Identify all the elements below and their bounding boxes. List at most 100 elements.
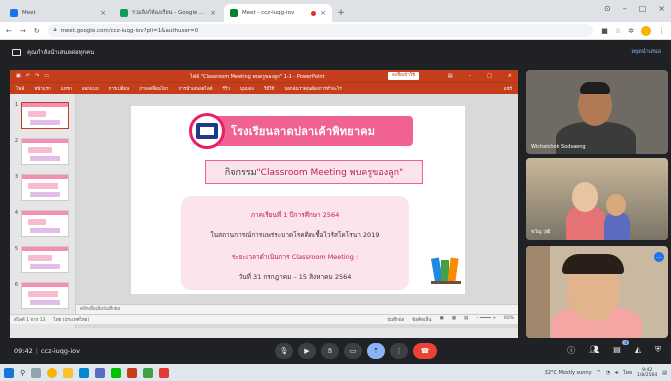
zoom-level[interactable]: 60% [504, 316, 514, 323]
save-icon[interactable]: ▣ [16, 73, 21, 79]
menu-kebab-icon[interactable]: ⋮ [658, 27, 665, 35]
app-icon[interactable] [159, 367, 170, 378]
tab-close-icon[interactable]: × [100, 9, 106, 17]
slide-thumbnail[interactable]: 6 [12, 282, 69, 309]
ppt-share-button[interactable]: แชร์ [504, 85, 512, 92]
minimize-icon[interactable]: – [623, 4, 627, 13]
camera-toggle-icon[interactable]: ▶ [298, 343, 316, 359]
browser-tab-sheet[interactable]: รวมลิงก์ห้องเรียน - Google Sheet × [114, 4, 222, 22]
store-icon[interactable] [95, 367, 106, 378]
participant-more-icon[interactable]: … [654, 252, 664, 262]
app-icon[interactable] [143, 367, 154, 378]
slideshow-icon[interactable]: ▭ [44, 73, 49, 79]
ribbon-tab[interactable]: แทรก [61, 85, 72, 92]
zoom-slider[interactable]: – ━━━━ + [476, 316, 496, 323]
reload-icon[interactable]: ↻ [34, 27, 40, 35]
slide-thumbnail[interactable]: 2 [12, 138, 69, 165]
system-clock[interactable]: 9:42 1/8/2564 [637, 368, 657, 378]
meeting-details-icon[interactable]: ⓘ [567, 345, 575, 356]
ribbon-tab[interactable]: บอกฉันว่าคุณต้องการทำอะไร [284, 85, 341, 92]
slide-thumbnail[interactable]: 3 [12, 174, 69, 201]
slide-thumbnail[interactable]: 4 [12, 210, 69, 237]
ribbon-tab[interactable]: วิธีใช้ [264, 85, 275, 92]
input-language[interactable]: ไทย [623, 369, 632, 377]
sorter-view-icon[interactable]: ▦ [452, 316, 456, 323]
file-explorer-icon[interactable] [63, 367, 74, 378]
line-app-icon[interactable] [111, 367, 122, 378]
bookmark-star-icon[interactable]: ☆ [615, 27, 621, 35]
end-call-icon[interactable]: ☎︎ [413, 343, 437, 359]
ppt-maximize-icon[interactable]: □ [487, 73, 492, 79]
more-options-icon[interactable]: ⋮ [390, 343, 408, 359]
tray-chevron-icon[interactable]: ^ [597, 370, 601, 376]
notifications-icon[interactable]: ▤ [662, 370, 667, 376]
ribbon-tab[interactable]: หน้าแรก [34, 85, 51, 92]
task-view-icon[interactable] [31, 367, 42, 378]
url-input[interactable]: 🔒︎ meet.google.com/ccz-iuqg-iov?pli=1&au… [47, 24, 594, 37]
redo-icon[interactable]: ↷ [35, 73, 39, 79]
network-icon[interactable]: ◔ [606, 370, 610, 376]
tab-label: Meet [22, 10, 36, 16]
slide-thumbnail[interactable]: 5 [12, 246, 69, 273]
forward-icon[interactable]: → [20, 27, 26, 35]
participant-tile[interactable]: Wichaichok Sodsaeng [526, 70, 668, 154]
ribbon-tab[interactable]: มุมมอง [240, 85, 254, 92]
slide-thumbnail[interactable]: 1 [12, 102, 69, 129]
tab-search-icon[interactable]: ⊙ [604, 4, 611, 13]
ribbon-tab[interactable]: ไฟล์ [16, 85, 24, 92]
browser-tab-meet[interactable]: Meet × [4, 4, 112, 22]
ppt-signin-button[interactable]: ลงชื่อเข้าใช้ [388, 72, 420, 80]
browser-tab-meet-active[interactable]: Meet - ccz-iuqg-iov × [224, 4, 332, 22]
edge-icon[interactable] [79, 367, 90, 378]
normal-view-icon[interactable]: ▣ [439, 316, 443, 323]
extensions-icon[interactable]: ✲ [628, 27, 634, 35]
lock-icon[interactable]: 🔒︎ [54, 27, 57, 34]
tab-label: Meet - ccz-iuqg-iov [242, 10, 295, 16]
recording-dot-icon [311, 10, 317, 16]
ribbon-display-icon[interactable]: ▤ [448, 73, 453, 79]
ppt-minimize-icon[interactable]: – [469, 73, 472, 79]
volume-icon[interactable]: 🔊︎ [615, 370, 618, 376]
present-now-icon[interactable]: ⇡ [367, 343, 385, 359]
notes-pane[interactable]: คลิกเพื่อเพิ่มบันทึกย่อ [76, 304, 518, 314]
activities-icon[interactable]: ◭ [635, 345, 641, 356]
back-icon[interactable]: ← [6, 27, 12, 35]
stop-presenting-button[interactable]: หยุดนำเสนอ [631, 48, 661, 56]
participant-tile[interactable]: ขวัญ วุฒิ [526, 158, 668, 240]
mic-toggle-icon[interactable]: 🎙︎ [275, 343, 293, 359]
new-tab-button[interactable]: + [334, 4, 348, 22]
ribbon-tab[interactable]: ออกแบบ [82, 85, 99, 92]
thumbnail-number: 3 [14, 174, 18, 180]
ribbon-tab[interactable]: การเปลี่ยน [109, 85, 130, 92]
participant-tile[interactable]: … [526, 246, 668, 338]
comments-toggle[interactable]: ข้อคิดเห็น [412, 316, 431, 323]
system-tray: 32°C Mostly sunny ^ ◔ 🔊︎ ไทย 9:42 1/8/25… [545, 368, 667, 378]
host-controls-icon[interactable]: ⛨ [655, 345, 661, 356]
people-icon[interactable]: 👥︎ [589, 345, 599, 356]
ribbon-tab[interactable]: ภาพเคลื่อนไหว [139, 85, 168, 92]
profile-avatar[interactable] [641, 25, 651, 36]
weather-widget[interactable]: 32°C Mostly sunny [545, 370, 592, 376]
notes-toggle[interactable]: บันทึกย่อ [387, 316, 404, 323]
ppt-close-icon[interactable]: × [508, 73, 512, 79]
captions-icon[interactable]: ▭ [344, 343, 362, 359]
ppt-title-bar: ▣ ↶ ↷ ▭ ไฟล์ "Classroom Meeting พบครูของ… [10, 70, 518, 82]
undo-icon[interactable]: ↶ [26, 73, 30, 79]
current-slide[interactable]: โรงเรียนลาดปลาเค้าพิทยาคม กิจกรรม "Class… [131, 106, 465, 294]
ribbon-tab[interactable]: รีวิว [223, 85, 230, 92]
windows-start-icon[interactable] [4, 367, 14, 378]
tab-close-icon[interactable]: × [320, 9, 326, 17]
semester-line: ภาคเรียนที่ 1 ปีการศึกษา 2564 [250, 211, 340, 219]
maximize-icon[interactable]: □ [639, 4, 647, 13]
ppt-status-bar: สไลด์ 1 จาก 13 ไทย (ประเทศไทย) บันทึกย่อ… [10, 314, 518, 324]
chrome-icon[interactable] [47, 367, 58, 378]
chat-icon[interactable]: ▤ [613, 345, 621, 356]
powerpoint-icon[interactable] [127, 367, 138, 378]
reading-view-icon[interactable]: ▤ [464, 316, 468, 323]
camera-permission-icon[interactable]: ■ [601, 27, 608, 35]
search-icon[interactable]: ⚲ [20, 369, 25, 377]
ribbon-tab[interactable]: การนำเสนอสไลด์ [178, 85, 212, 92]
raise-hand-icon[interactable]: ✋︎ [321, 343, 339, 359]
close-window-icon[interactable]: × [658, 4, 665, 13]
tab-close-icon[interactable]: × [210, 9, 216, 17]
